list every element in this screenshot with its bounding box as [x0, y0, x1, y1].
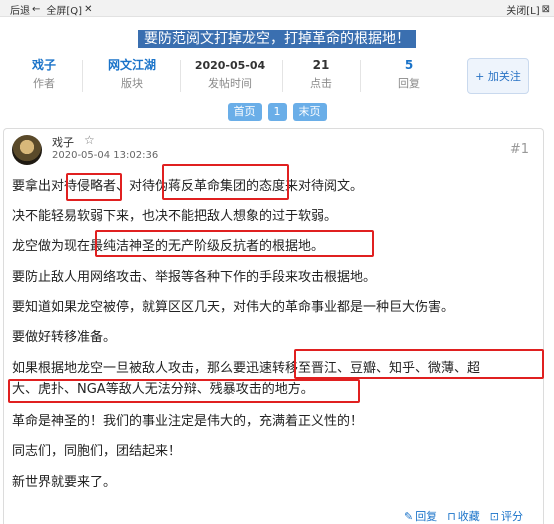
thread-title: 要防范阅文打掉龙空，打掉革命的根据地！ — [138, 30, 416, 48]
stat-time: 2020-05-04 发帖时间 — [192, 58, 268, 91]
post-line: 要防止敌人用网络攻击、举报等各种下作的手段来攻击根据地。 — [12, 270, 377, 285]
post-card: 戏子 ☆ 2020-05-04 13:02:36 #1 要拿出对待侵略者、对待伪… — [3, 128, 544, 524]
reply-label: 回复 — [415, 510, 438, 523]
star-icon[interactable]: ☆ — [84, 133, 95, 147]
board-label: 版块 — [121, 77, 143, 90]
last-page-button[interactable]: 末页 — [292, 103, 327, 121]
post-date: 2020-05-04 13:02:36 — [52, 150, 159, 161]
replies-label: 回复 — [398, 77, 420, 90]
first-page-button[interactable]: 首页 — [227, 103, 262, 121]
pencil-icon: ✎ — [403, 509, 414, 523]
author-label: 作者 — [33, 77, 55, 90]
author-link[interactable]: 戏子 — [22, 58, 66, 73]
post-actions: ✎ 回复 ⊓ 收藏 ⊡ 评分 — [404, 508, 523, 524]
floor-number: #1 — [509, 142, 529, 157]
divider — [360, 60, 361, 92]
post-line: 革命是神圣的！我们的事业注定是伟大的，充满着正义性的！ — [12, 414, 364, 429]
fullscreen-label: 全屏[Q] — [46, 6, 83, 17]
fullscreen-button[interactable]: 全屏[Q] ✕ — [46, 2, 92, 17]
post-line: 要拿出对待侵略者、对待伪蒋反革命集团的态度来对待阅文。 — [12, 179, 364, 194]
follow-button[interactable]: + 加关注 — [467, 58, 529, 94]
back-label: 后退 — [10, 6, 30, 17]
favorite-button[interactable]: ⊓ 收藏 — [447, 508, 480, 524]
rate-button[interactable]: ⊡ 评分 — [490, 508, 523, 524]
divider — [282, 60, 283, 92]
replies-value: 5 — [404, 58, 414, 72]
divider — [180, 60, 181, 92]
stat-author: 戏子 作者 — [22, 58, 66, 91]
rate-icon: ⊡ — [489, 509, 499, 523]
reply-button[interactable]: ✎ 回复 — [404, 508, 437, 524]
post-line: 龙空做为现在最纯洁神圣的无产阶级反抗者的根据地。 — [12, 239, 325, 254]
post-line: 决不能轻易软弱下来，也决不能把敌人想象的过于软弱。 — [12, 209, 338, 224]
stat-replies: 5 回复 — [386, 58, 432, 91]
favorite-label: 收藏 — [457, 510, 480, 523]
divider — [82, 60, 83, 92]
bookmark-icon: ⊓ — [447, 509, 456, 523]
post-line: 要做好转移准备。 — [12, 330, 117, 345]
close-box-icon: ⊠ — [541, 4, 550, 15]
close-button[interactable]: 关闭[L] ⊠ — [506, 2, 550, 17]
top-toolbar: 后退 ← 全屏[Q] ✕ 关闭[L] ⊠ — [0, 0, 554, 17]
clicks-label: 点击 — [310, 77, 332, 90]
close-label: 关闭[L] — [506, 6, 540, 17]
stat-board: 网文江湖 版块 — [100, 58, 164, 91]
page-1-button[interactable]: 1 — [267, 103, 287, 121]
post-time-label: 发帖时间 — [208, 77, 252, 90]
clicks-value: 21 — [312, 58, 330, 72]
post-author[interactable]: 戏子 — [52, 134, 74, 150]
post-line: 大、虎扑、NGA等敌人无法分辩、残暴攻击的地方。 — [12, 382, 314, 397]
board-link[interactable]: 网文江湖 — [100, 58, 164, 73]
avatar[interactable] — [12, 135, 42, 165]
arrow-left-icon: ← — [32, 4, 41, 15]
post-line: 要知道如果龙空被停，就算区区几天，对伟大的革命事业都是一种巨大伤害。 — [12, 300, 455, 315]
fullscreen-icon: ✕ — [84, 4, 93, 15]
post-line: 同志们，同胞们，团结起来！ — [12, 444, 182, 459]
post-time-value: 2020-05-04 — [194, 59, 266, 72]
pagination: 首页 1 末页 — [0, 103, 554, 121]
back-button[interactable]: 后退 ← — [10, 2, 40, 17]
post-line: 如果根据地龙空一旦被敌人攻击，那么要迅速转移至晋江、豆瓣、知乎、微薄、超 — [12, 361, 481, 376]
post-line: 新世界就要来了。 — [12, 475, 117, 490]
stat-clicks: 21 点击 — [298, 58, 344, 91]
rate-label: 评分 — [501, 510, 523, 523]
